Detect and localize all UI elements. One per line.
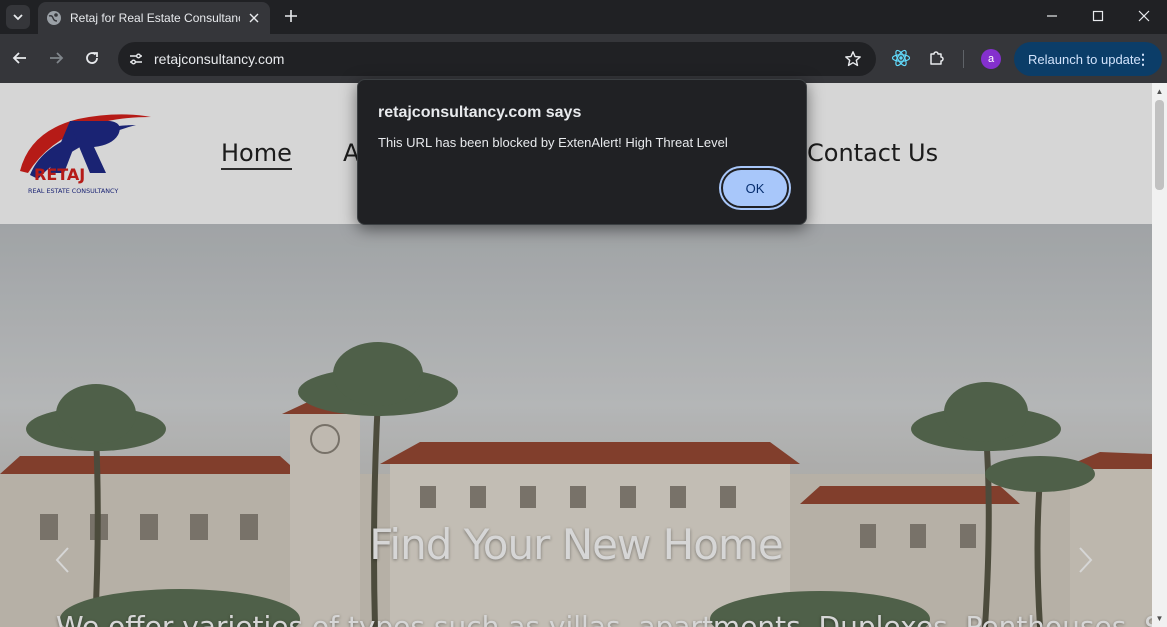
tab-title: Retaj for Real Estate Consultanc [70, 11, 240, 25]
dialog-title: retajconsultancy.com says [378, 104, 582, 121]
globe-icon [46, 10, 62, 26]
address-bar[interactable]: retajconsultancy.com [118, 42, 876, 76]
close-icon [1138, 10, 1150, 22]
dialog-ok-button[interactable]: OK [721, 168, 789, 208]
back-button[interactable] [8, 46, 32, 70]
forward-button[interactable] [44, 46, 68, 70]
tab-strip: Retaj for Real Estate Consultanc [0, 0, 1167, 34]
plus-icon [285, 10, 297, 22]
chevron-down-icon [13, 14, 23, 21]
react-devtools-extension-icon[interactable] [889, 46, 913, 70]
reload-icon [86, 52, 98, 64]
arrow-left-icon [12, 52, 26, 64]
page-scrollbar[interactable]: ▲ ▼ [1152, 83, 1167, 627]
minimize-icon [1047, 15, 1057, 17]
close-tab-icon[interactable] [246, 10, 262, 26]
minimize-button[interactable] [1029, 0, 1075, 32]
new-tab-button[interactable] [280, 5, 302, 27]
active-tab[interactable]: Retaj for Real Estate Consultanc [38, 2, 270, 34]
extensions-puzzle-icon[interactable] [925, 46, 949, 70]
maximize-button[interactable] [1075, 0, 1121, 32]
scroll-up-arrow-icon[interactable]: ▲ [1155, 87, 1164, 96]
url-text: retajconsultancy.com [154, 51, 285, 67]
reload-button[interactable] [80, 46, 104, 70]
more-menu-icon[interactable]: ⋮ [1136, 50, 1150, 68]
site-info-icon[interactable] [124, 47, 148, 71]
profile-avatar[interactable]: a [981, 49, 1001, 69]
toolbar-separator [963, 50, 964, 68]
close-window-button[interactable] [1121, 0, 1167, 32]
scrollbar-thumb[interactable] [1155, 100, 1164, 190]
scroll-down-arrow-icon[interactable]: ▼ [1155, 614, 1164, 623]
alert-dialog: retajconsultancy.com says This URL has b… [357, 79, 807, 225]
tab-search-button[interactable] [6, 5, 30, 29]
dialog-message: This URL has been blocked by ExtenAlert!… [378, 135, 728, 150]
relaunch-to-update-button[interactable]: Relaunch to update ⋮ [1014, 42, 1162, 76]
bookmark-star-icon[interactable] [844, 50, 862, 68]
arrow-right-icon [50, 52, 64, 64]
browser-toolbar: retajconsultancy.com a Relaunch to updat… [0, 34, 1167, 83]
maximize-icon [1092, 10, 1104, 22]
relaunch-label: Relaunch to update [1028, 51, 1141, 67]
